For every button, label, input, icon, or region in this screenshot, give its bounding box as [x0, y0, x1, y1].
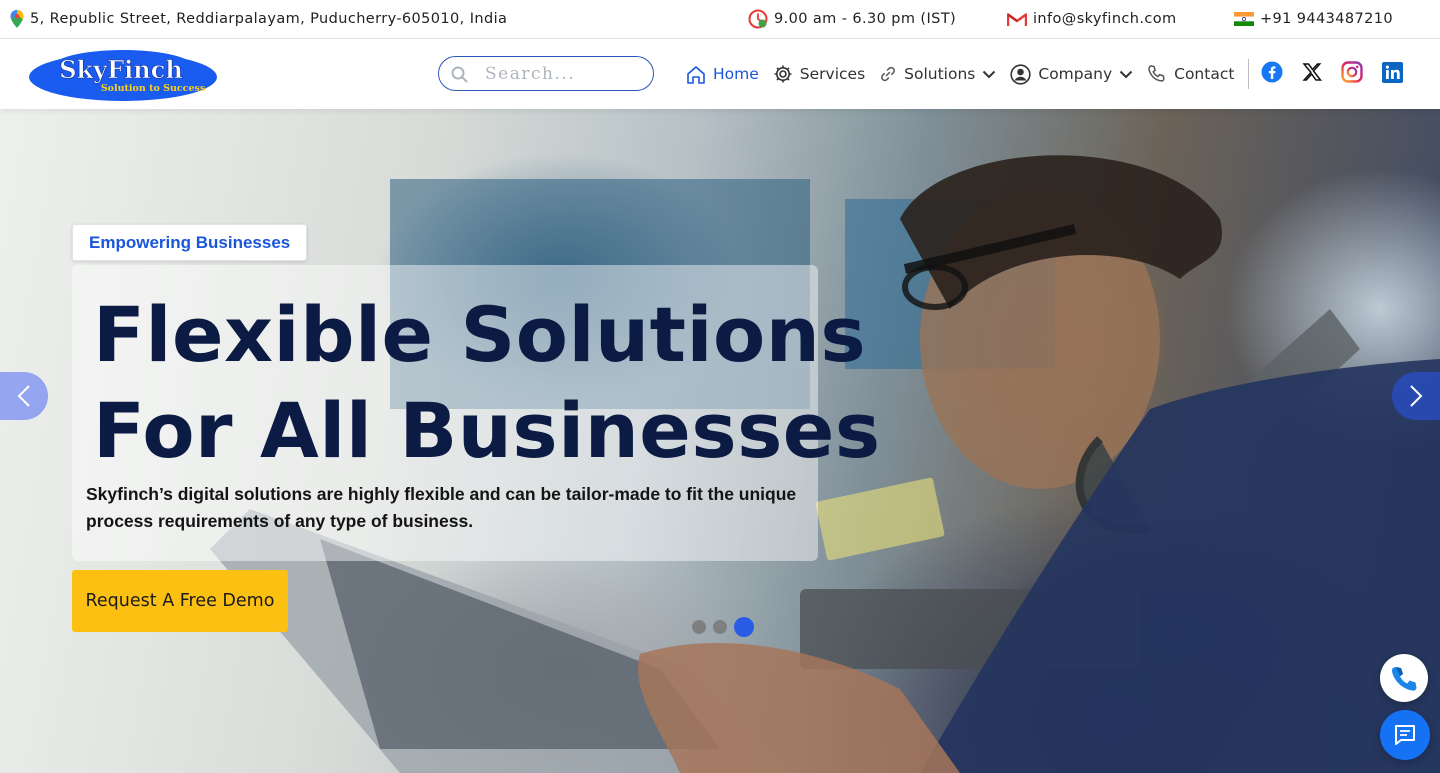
hero-headline: Flexible Solutions For All Businesses	[93, 287, 881, 479]
nav-item-services[interactable]: Services	[773, 64, 865, 84]
carousel-next-button[interactable]	[1392, 372, 1440, 420]
request-demo-button[interactable]: Request A Free Demo	[72, 570, 288, 632]
clock-icon	[748, 9, 768, 29]
gear-icon	[773, 64, 793, 84]
phone-icon	[1147, 64, 1167, 84]
nav-label-services: Services	[799, 65, 866, 83]
hero-carousel: Empowering Businesses Flexible Solutions…	[0, 109, 1440, 773]
floating-chat-button[interactable]	[1380, 710, 1430, 760]
chat-icon	[1393, 723, 1417, 747]
carousel-dot-3[interactable]	[734, 617, 754, 637]
instagram-icon[interactable]	[1341, 61, 1363, 83]
facebook-icon[interactable]	[1261, 61, 1283, 83]
nav-item-home[interactable]: Home	[686, 65, 759, 84]
carousel-prev-button[interactable]	[0, 372, 48, 420]
email-info[interactable]: info@skyfinch.com	[1007, 0, 1177, 38]
nav-label-company: Company	[1038, 65, 1113, 83]
chevron-right-icon	[1409, 384, 1423, 408]
email-text[interactable]: info@skyfinch.com	[1033, 11, 1177, 27]
nav-label-home: Home	[713, 65, 759, 83]
hero-tagline: Empowering Businesses	[72, 224, 308, 261]
nav-divider	[1248, 59, 1250, 89]
link-icon	[879, 65, 897, 83]
address-text: 5, Republic Street, Reddiarpalayam, Pudu…	[30, 11, 508, 27]
phone-call-icon	[1390, 664, 1418, 692]
search-input[interactable]	[485, 63, 635, 84]
nav-item-company[interactable]: Company	[1010, 63, 1133, 85]
primary-nav: Home Services Solutions Company Contact	[686, 39, 1259, 109]
linkedin-icon[interactable]	[1381, 61, 1403, 83]
x-icon[interactable]	[1301, 61, 1323, 83]
home-icon	[686, 65, 706, 84]
carousel-dot-2[interactable]	[713, 620, 727, 634]
hero-headline-line1: Flexible Solutions	[93, 290, 867, 379]
top-info-bar: 5, Republic Street, Reddiarpalayam, Pudu…	[0, 0, 1440, 39]
chevron-left-icon	[17, 384, 31, 408]
hero-headline-line2: For All Businesses	[93, 386, 881, 475]
chevron-down-icon	[1119, 70, 1133, 79]
india-flag-icon	[1234, 12, 1254, 26]
carousel-dot-1[interactable]	[692, 620, 706, 634]
map-pin-icon	[10, 10, 24, 28]
hours-text: 9.00 am - 6.30 pm (IST)	[774, 11, 957, 27]
search-icon[interactable]	[451, 66, 468, 83]
hero-description: Skyfinch’s digital solutions are highly …	[86, 484, 797, 531]
nav-label-solutions: Solutions	[904, 65, 976, 83]
floating-call-button[interactable]	[1380, 654, 1428, 702]
social-links	[1261, 61, 1403, 83]
main-navbar: SkyFinch Solution to Success Home Servic…	[0, 39, 1440, 109]
nav-item-solutions[interactable]: Solutions	[879, 65, 996, 83]
address-info: 5, Republic Street, Reddiarpalayam, Pudu…	[10, 0, 507, 38]
svg-text:Solution to Success: Solution to Success	[101, 83, 205, 94]
user-circle-icon	[1010, 63, 1031, 85]
carousel-indicators	[692, 617, 754, 637]
phone-info[interactable]: +91 9443487210	[1234, 0, 1393, 38]
svg-text:SkyFinch: SkyFinch	[59, 55, 183, 84]
hours-info: 9.00 am - 6.30 pm (IST)	[748, 0, 956, 38]
skyfinch-logo[interactable]: SkyFinch Solution to Success	[27, 45, 219, 102]
gmail-icon	[1007, 12, 1027, 27]
nav-item-contact[interactable]: Contact	[1147, 64, 1234, 84]
phone-text[interactable]: +91 9443487210	[1260, 11, 1393, 27]
search-box[interactable]	[438, 56, 654, 91]
chevron-down-icon	[982, 70, 996, 79]
nav-label-contact: Contact	[1174, 65, 1235, 83]
